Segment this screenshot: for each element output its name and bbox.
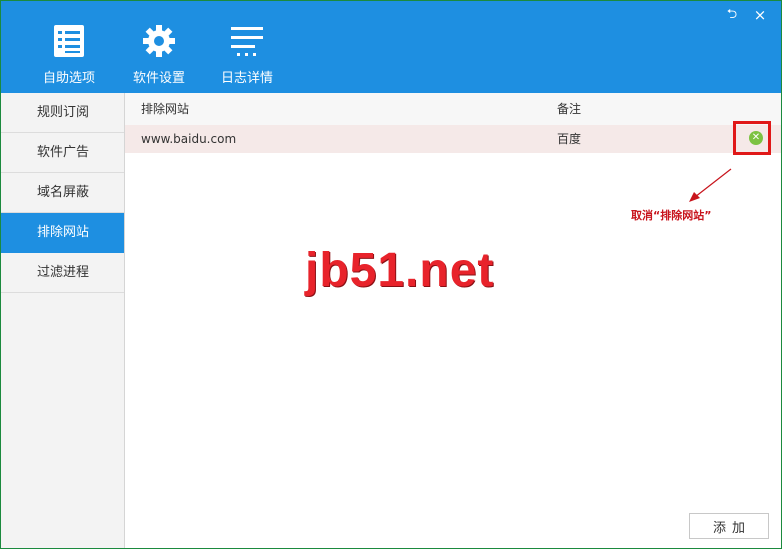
sidebar-item-domain-block[interactable]: 域名屏蔽 [1, 173, 124, 213]
column-header-note: 备注 [557, 102, 582, 116]
restore-button[interactable]: ⮌ [721, 5, 743, 25]
main-content: 排除网站 备注 www.baidu.com 百度 ✕ 取消“排除网站” jb51… [125, 93, 781, 548]
table-header: 排除网站 备注 [125, 93, 781, 125]
annotation-text: 取消“排除网站” [631, 209, 712, 222]
sidebar-item-filter-process[interactable]: 过滤进程 [1, 253, 124, 293]
remove-icon[interactable]: ✕ [749, 131, 763, 145]
toolbar-self-service-label: 自助选项 [42, 71, 95, 86]
annotation-arrow [689, 168, 732, 202]
sidebar: 规则订阅 软件广告 域名屏蔽 排除网站 过滤进程 [1, 93, 125, 548]
column-header-site: 排除网站 [141, 102, 190, 116]
table-row[interactable]: www.baidu.com 百度 [125, 125, 781, 153]
note-cell: 百度 [557, 132, 582, 146]
toolbar-self-service[interactable]: 自助选项 [29, 23, 109, 87]
sidebar-item-excluded-sites[interactable]: 排除网站 [1, 213, 124, 253]
toolbar: 自助选项 软件设置 日志详情 ⮌ × [1, 1, 781, 93]
close-button[interactable]: × [749, 5, 771, 25]
toolbar-log-details[interactable]: 日志详情 [207, 23, 287, 87]
toolbar-software-settings-label: 软件设置 [132, 71, 185, 86]
checklist-icon [54, 25, 84, 57]
toolbar-log-details-label: 日志详情 [220, 71, 273, 86]
sidebar-item-software-ads[interactable]: 软件广告 [1, 133, 124, 173]
toolbar-software-settings[interactable]: 软件设置 [119, 23, 199, 87]
gear-icon [143, 25, 175, 57]
site-cell: www.baidu.com [141, 132, 237, 146]
watermark: jb51.net [305, 244, 495, 297]
menu-lines-icon [231, 27, 263, 56]
add-button[interactable]: 添加 [689, 513, 769, 539]
app-window: 自助选项 软件设置 日志详情 ⮌ × 规则订阅 软件广告 域名屏蔽 排除网站 过… [0, 0, 782, 549]
sidebar-item-rule-subscription[interactable]: 规则订阅 [1, 93, 124, 133]
